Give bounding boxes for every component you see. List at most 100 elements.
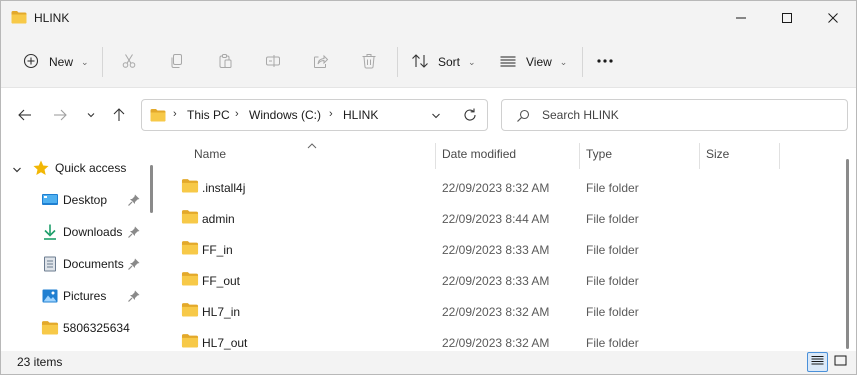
- back-icon[interactable]: [15, 105, 35, 125]
- breadcrumb-this-pc[interactable]: This PC: [187, 108, 230, 122]
- address-row: › This PC › Windows (C:) › HLINK Search …: [1, 87, 856, 137]
- file-date: 22/09/2023 8:33 AM: [442, 243, 550, 257]
- file-list-scrollbar[interactable]: [844, 145, 851, 350]
- sidebar-item-downloads[interactable]: Downloads: [1, 217, 149, 249]
- column-divider[interactable]: [779, 143, 780, 169]
- up-icon[interactable]: [109, 105, 129, 125]
- chevron-down-icon[interactable]: [431, 110, 441, 124]
- large-icons-view-button[interactable]: [830, 352, 851, 372]
- close-button[interactable]: [810, 1, 856, 35]
- chevron-down-icon[interactable]: [12, 164, 22, 178]
- pictures-icon: [41, 287, 59, 305]
- sort-button[interactable]: Sort ⌄: [411, 47, 476, 77]
- sidebar-item-5806325634[interactable]: 5806325634: [1, 313, 149, 345]
- search-placeholder: Search HLINK: [542, 108, 619, 122]
- folder-icon: [181, 209, 199, 227]
- sort-label: Sort: [438, 55, 461, 69]
- view-label: View: [526, 55, 552, 69]
- file-name: .install4j: [202, 181, 246, 195]
- breadcrumb-separator-icon[interactable]: ›: [173, 108, 177, 120]
- file-name: HL7_in: [202, 305, 241, 319]
- view-icon: [499, 53, 517, 72]
- downloads-icon: [41, 223, 59, 241]
- documents-icon: [41, 255, 59, 273]
- pin-icon[interactable]: [127, 225, 141, 239]
- column-header-type[interactable]: Type: [586, 147, 612, 161]
- breadcrumb-windows-c[interactable]: Windows (C:): [249, 108, 321, 122]
- table-row[interactable]: admin 22/09/2023 8:44 AM File folder: [161, 203, 841, 234]
- item-count: 23 items: [17, 355, 63, 369]
- folder-icon: [181, 271, 199, 289]
- column-divider[interactable]: [699, 143, 700, 169]
- large-icons-view-icon: [834, 355, 847, 369]
- rename-icon[interactable]: [263, 51, 283, 71]
- folder-icon: [181, 333, 199, 351]
- sidebar-item-pictures[interactable]: Pictures: [1, 281, 149, 313]
- sidebar-item-label: Quick access: [55, 161, 127, 175]
- file-list: Name Date modified Type Size .install4j …: [161, 137, 856, 351]
- pin-icon[interactable]: [127, 257, 141, 271]
- scrollbar-thumb[interactable]: [846, 159, 849, 349]
- paste-icon[interactable]: [215, 51, 235, 71]
- share-icon[interactable]: [311, 51, 331, 71]
- scrollbar-thumb[interactable]: [150, 165, 153, 213]
- breadcrumb-separator-icon[interactable]: ›: [329, 108, 333, 120]
- file-name: HL7_out: [202, 336, 248, 350]
- command-bar: New ⌄ Sort ⌄ View ⌄: [1, 35, 856, 87]
- sidebar-item-desktop[interactable]: Desktop: [1, 185, 149, 217]
- file-explorer-window: HLINK New ⌄ Sort ⌄ View ⌄ › This PC › Wi…: [0, 0, 857, 375]
- recent-locations-chevron-icon[interactable]: [81, 105, 101, 125]
- file-type: File folder: [586, 243, 639, 257]
- desktop-icon: [41, 191, 59, 209]
- address-bar[interactable]: › This PC › Windows (C:) › HLINK: [141, 99, 488, 131]
- divider: [397, 47, 398, 77]
- sidebar-item-label: Documents: [63, 257, 124, 271]
- sidebar-item-quick-access[interactable]: Quick access: [1, 153, 149, 185]
- maximize-button[interactable]: [764, 1, 810, 35]
- new-button[interactable]: New ⌄: [23, 47, 89, 77]
- column-header-date[interactable]: Date modified: [442, 147, 516, 161]
- pin-icon[interactable]: [127, 193, 141, 207]
- cut-icon[interactable]: [119, 51, 139, 71]
- table-row[interactable]: HL7_in 22/09/2023 8:32 AM File folder: [161, 296, 841, 327]
- forward-icon[interactable]: [50, 105, 70, 125]
- refresh-icon[interactable]: [462, 107, 478, 126]
- file-date: 22/09/2023 8:33 AM: [442, 274, 550, 288]
- breadcrumb-hlink[interactable]: HLINK: [343, 108, 378, 122]
- file-date: 22/09/2023 8:32 AM: [442, 336, 550, 350]
- file-type: File folder: [586, 212, 639, 226]
- column-divider[interactable]: [435, 143, 436, 169]
- copy-icon[interactable]: [167, 51, 187, 71]
- delete-icon[interactable]: [359, 51, 379, 71]
- folder-icon: [181, 178, 199, 196]
- file-name: FF_in: [202, 243, 233, 257]
- column-header-name[interactable]: Name: [194, 147, 226, 161]
- title-bar: HLINK: [1, 1, 856, 35]
- sort-ascending-icon: [307, 141, 317, 151]
- sidebar-scrollbar[interactable]: [148, 145, 155, 350]
- search-input[interactable]: Search HLINK: [501, 99, 848, 131]
- table-row[interactable]: FF_out 22/09/2023 8:33 AM File folder: [161, 265, 841, 296]
- table-row[interactable]: .install4j 22/09/2023 8:32 AM File folde…: [161, 172, 841, 203]
- status-bar: 23 items: [1, 351, 856, 374]
- file-name: admin: [202, 212, 235, 226]
- sidebar-item-label: 5806325634: [63, 321, 130, 335]
- navigation-pane: Quick access Desktop Downloads Documents…: [1, 137, 161, 351]
- window-title: HLINK: [34, 11, 70, 25]
- add-icon: [23, 53, 39, 72]
- folder-icon: [150, 108, 166, 125]
- folder-icon: [181, 240, 199, 258]
- sidebar-item-documents[interactable]: Documents: [1, 249, 149, 281]
- details-view-button[interactable]: [807, 352, 828, 372]
- minimize-button[interactable]: [718, 1, 764, 35]
- pin-icon[interactable]: [127, 289, 141, 303]
- table-row[interactable]: FF_in 22/09/2023 8:33 AM File folder: [161, 234, 841, 265]
- folder-icon: [11, 10, 27, 27]
- file-date: 22/09/2023 8:44 AM: [442, 212, 550, 226]
- breadcrumb-separator-icon[interactable]: ›: [235, 108, 239, 120]
- file-name: FF_out: [202, 274, 241, 288]
- more-options-icon[interactable]: [595, 51, 615, 71]
- view-button[interactable]: View ⌄: [499, 47, 567, 77]
- column-divider[interactable]: [579, 143, 580, 169]
- column-header-size[interactable]: Size: [706, 147, 729, 161]
